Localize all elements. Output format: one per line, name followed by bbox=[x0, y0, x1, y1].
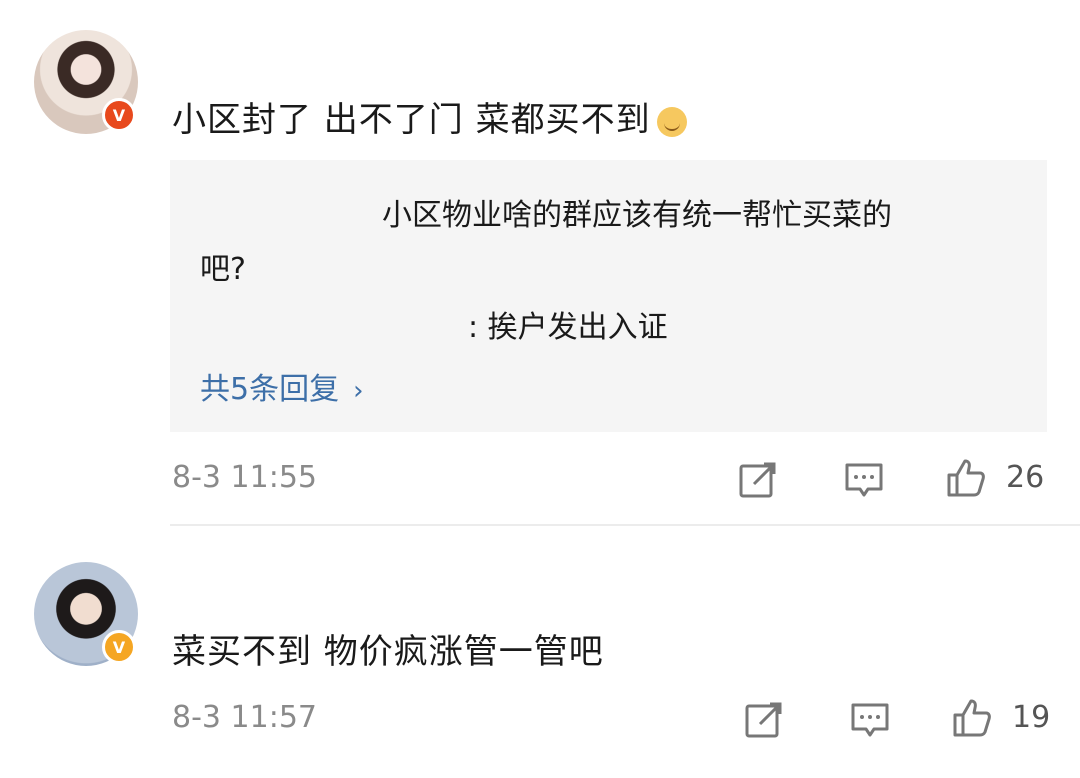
share-icon[interactable] bbox=[738, 460, 778, 500]
reply-text: 吧? bbox=[200, 252, 246, 287]
divider bbox=[170, 524, 1080, 526]
comment-timestamp: 8-3 11:55 bbox=[172, 460, 317, 495]
verified-badge-icon: V bbox=[102, 630, 136, 664]
comment-icon[interactable] bbox=[844, 460, 884, 500]
reply-preview-box[interactable]: 小区物业啥的群应该有统一帮忙买菜的 吧? : 挨户发出入证 共5条回复 › bbox=[170, 160, 1047, 432]
comment-text: 菜买不到 物价疯涨管一管吧 bbox=[172, 632, 604, 672]
comment-timestamp: 8-3 11:57 bbox=[172, 700, 317, 735]
like-icon[interactable] bbox=[946, 458, 986, 498]
more-replies-link[interactable]: 共5条回复 › bbox=[200, 364, 364, 408]
comment-icon[interactable] bbox=[850, 700, 890, 740]
reply-text: : 挨户发出入证 bbox=[468, 310, 668, 345]
verified-badge-icon: V bbox=[102, 98, 136, 132]
face-emoji-icon bbox=[656, 106, 687, 137]
comment-text: 小区封了 出不了门 菜都买不到 bbox=[172, 92, 687, 141]
like-icon[interactable] bbox=[952, 698, 992, 738]
more-replies-label: 共5条回复 bbox=[200, 372, 340, 407]
chevron-right-icon: › bbox=[353, 376, 364, 406]
like-count: 19 bbox=[1012, 700, 1051, 735]
like-count: 26 bbox=[1006, 460, 1045, 495]
comment-body: 小区封了 出不了门 菜都买不到 bbox=[172, 100, 651, 140]
share-icon[interactable] bbox=[744, 700, 784, 740]
reply-text: 小区物业啥的群应该有统一帮忙买菜的 bbox=[382, 198, 892, 233]
